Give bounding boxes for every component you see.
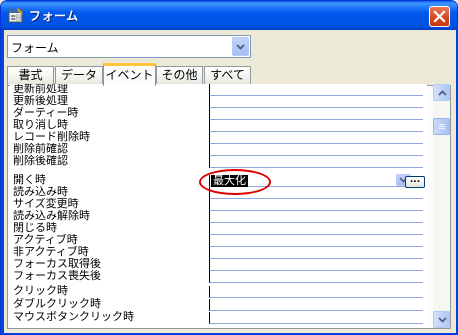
property-label: クリック時 (13, 285, 70, 297)
property-value-field[interactable] (209, 199, 423, 211)
vertical-scrollbar[interactable] (433, 84, 450, 328)
property-value-field[interactable] (209, 312, 423, 324)
property-label: 閉じる時 (13, 222, 59, 234)
property-label: 取り消し時 (13, 119, 70, 131)
property-value-field[interactable] (209, 223, 423, 235)
property-grid: 更新前処理 更新後処理 ダーティー時 取り消し時 レコード削除時 削除前確認 削… (10, 84, 427, 328)
property-row[interactable]: 削除後確認 (10, 155, 427, 168)
property-value-field[interactable] (209, 132, 423, 144)
property-label: サイズ変更時 (13, 198, 81, 210)
property-label: 読み込み時 (13, 186, 70, 198)
scroll-down-button[interactable] (433, 311, 450, 328)
property-value-field[interactable] (209, 96, 423, 108)
property-value-field[interactable] (209, 271, 423, 283)
property-value-field[interactable] (209, 144, 423, 156)
chevron-down-icon (438, 317, 447, 323)
tab-all[interactable]: すべて (204, 66, 251, 85)
property-label: 削除前確認 (13, 143, 70, 155)
property-value-field[interactable] (209, 84, 423, 96)
object-selector-button[interactable] (232, 37, 249, 56)
tab-label: データ (60, 68, 97, 82)
property-value-field[interactable] (209, 235, 423, 247)
tab-other[interactable]: その他 (156, 66, 203, 85)
title-bar[interactable]: フォーム (1, 1, 457, 30)
scroll-up-button[interactable] (433, 84, 450, 101)
property-row[interactable]: マウスボタンクリック時 (10, 311, 427, 324)
chevron-down-icon (236, 44, 245, 50)
property-row[interactable]: 読み込み解除時 (10, 210, 427, 223)
property-label: フォーカス取得後 (13, 258, 103, 270)
tab-format[interactable]: 書式 (7, 66, 54, 85)
highlight-annotation-circle (199, 169, 271, 195)
scroll-thumb[interactable] (433, 118, 450, 135)
window-title: フォーム (29, 9, 79, 23)
object-selector-value: フォーム (11, 41, 59, 55)
chevron-up-icon (438, 90, 447, 96)
form-app-icon (8, 8, 24, 23)
property-label: マウスボタンクリック時 (13, 311, 136, 323)
property-row[interactable]: ダーティー時 (10, 107, 427, 120)
property-label: フォーカス喪失後 (13, 270, 103, 282)
builder-button-label: ... (409, 175, 421, 185)
property-sheet-window: フォーム フォーム 書式 データ イベント その他 すべて 更新前処理 更新後処… (0, 0, 458, 335)
scroll-grip-line (439, 124, 445, 125)
property-label: 非アクティブ時 (13, 246, 91, 258)
tab-label: その他 (161, 68, 198, 82)
property-label: 読み込み解除時 (13, 210, 92, 222)
close-button[interactable] (429, 6, 450, 27)
property-label: レコード削除時 (13, 131, 92, 143)
close-icon (433, 10, 446, 23)
tab-label: 書式 (18, 68, 43, 82)
property-label: ダブルクリック時 (13, 298, 103, 310)
tab-label: イベント (105, 68, 154, 82)
property-value-field[interactable] (209, 286, 423, 298)
property-row[interactable]: ダブルクリック時 (10, 298, 427, 311)
builder-button[interactable]: ... (405, 176, 425, 188)
property-label: ダーティー時 (13, 107, 81, 119)
property-row[interactable]: クリック時 (10, 285, 427, 298)
property-value-field[interactable] (209, 156, 423, 168)
property-label: 開く時 (13, 174, 48, 186)
property-label: 更新後処理 (13, 95, 70, 107)
property-row[interactable]: レコード削除時 (10, 131, 427, 144)
object-selector-dropdown[interactable]: フォーム (7, 35, 251, 58)
property-value-field[interactable] (209, 247, 423, 259)
property-label: アクティブ時 (13, 234, 80, 246)
property-value-field[interactable] (209, 259, 423, 271)
property-label: 削除後確認 (13, 155, 70, 167)
property-value-field[interactable] (209, 108, 423, 120)
property-value-field[interactable] (209, 211, 423, 223)
property-value-field[interactable] (209, 299, 423, 311)
tab-label: すべて (210, 68, 245, 82)
scroll-grip-line (439, 126, 445, 127)
scroll-grip-line (439, 128, 445, 129)
window-border-left (1, 30, 4, 334)
tab-event[interactable]: イベント (103, 63, 156, 86)
property-value-field[interactable] (209, 120, 423, 132)
property-row[interactable]: フォーカス喪失後 (10, 270, 427, 283)
tab-data[interactable]: データ (55, 66, 103, 85)
